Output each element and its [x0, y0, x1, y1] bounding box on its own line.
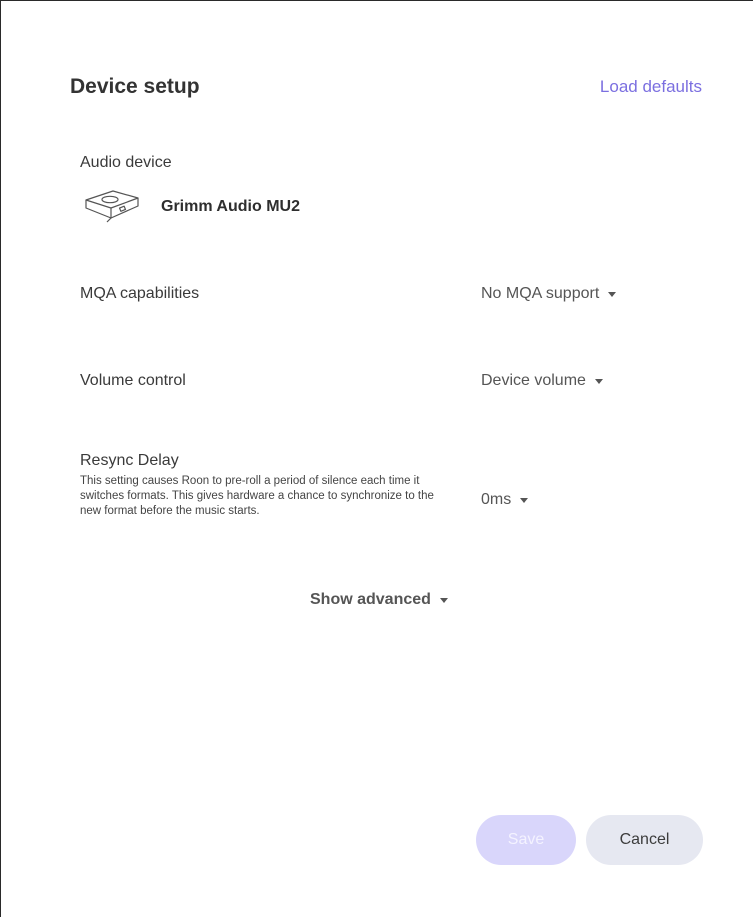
caret-down-icon — [439, 597, 448, 603]
device-setup-dialog: Device setup Load defaults Audio device … — [0, 0, 753, 917]
show-advanced-toggle[interactable]: Show advanced — [310, 591, 448, 609]
cancel-button[interactable]: Cancel — [586, 815, 703, 865]
audio-device-row: Grimm Audio MU2 — [83, 187, 300, 227]
audio-device-label: Audio device — [80, 154, 172, 171]
mqa-capabilities-label: MQA capabilities — [80, 285, 200, 302]
caret-down-icon — [520, 497, 529, 503]
caret-down-icon — [608, 291, 617, 297]
mqa-capabilities-dropdown[interactable]: No MQA support — [481, 285, 617, 303]
audio-device-box-icon — [83, 187, 141, 227]
page-title: Device setup — [70, 75, 200, 98]
resync-delay-description: This setting causes Roon to pre-roll a p… — [80, 475, 434, 517]
audio-device-name: Grimm Audio MU2 — [161, 198, 300, 215]
resync-delay-value: 0ms — [481, 491, 512, 508]
save-button[interactable]: Save — [476, 815, 576, 865]
load-defaults-link[interactable]: Load defaults — [600, 77, 702, 97]
mqa-capabilities-value: No MQA support — [481, 285, 600, 302]
volume-control-label: Volume control — [80, 372, 186, 389]
resync-delay-label: Resync Delay — [80, 452, 179, 469]
volume-control-value: Device volume — [481, 372, 586, 389]
show-advanced-label: Show advanced — [310, 591, 431, 608]
resync-delay-dropdown[interactable]: 0ms — [481, 491, 529, 509]
caret-down-icon — [594, 378, 603, 384]
volume-control-dropdown[interactable]: Device volume — [481, 372, 603, 390]
